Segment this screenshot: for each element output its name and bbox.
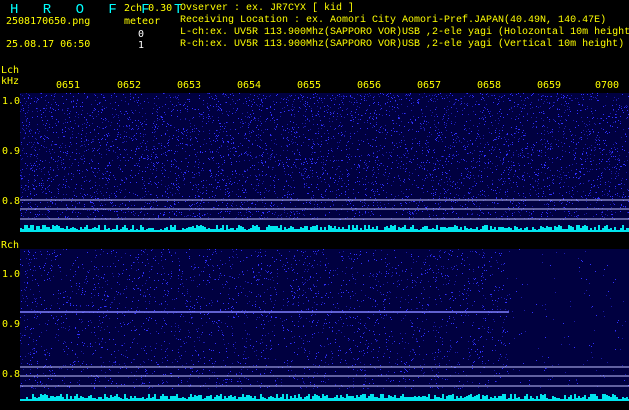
- rch-channel-label: Rch: [1, 240, 20, 251]
- lch-meteor-count: 0: [138, 29, 145, 40]
- time-tick: 0700: [595, 80, 620, 91]
- lch-channel-label: Lch: [1, 65, 20, 76]
- rch-plot: [20, 249, 629, 401]
- rch-ytick: 0.8: [2, 369, 21, 380]
- lch-spectrogram: [20, 93, 629, 232]
- rch-spectrogram: [20, 249, 629, 401]
- meteor-label: meteor: [124, 16, 161, 27]
- rch-ytick: 0.9: [2, 319, 21, 330]
- lch-receiver-info: L-ch:ex. UV5R 113.900Mhz(SAPPORO VOR)USB…: [180, 27, 629, 38]
- spectrogram-background: [20, 93, 629, 232]
- rch-receiver-info: R-ch:ex. UV5R 113.900Mhz(SAPPORO VOR)USB…: [180, 39, 625, 50]
- time-tick: 0651: [56, 80, 81, 91]
- time-tick: 0658: [477, 80, 502, 91]
- time-tick: 0657: [417, 80, 442, 91]
- filename-label: 2508170650.png: [6, 16, 91, 27]
- time-tick: 0659: [537, 80, 562, 91]
- time-tick: 0656: [357, 80, 382, 91]
- lch-ytick: 0.8: [2, 196, 21, 207]
- lch-plot: [20, 93, 629, 232]
- datetime-label: 25.08.17 06:50: [6, 39, 91, 50]
- rch-meteor-count: 1: [138, 40, 145, 51]
- time-tick: 0655: [297, 80, 322, 91]
- observer-info: Ovserver : ex. JR7CYX [ kid ]: [180, 3, 355, 14]
- lch-unit-label: kHz: [1, 76, 20, 87]
- lch-ytick: 1.0: [2, 96, 21, 107]
- time-tick: 0652: [117, 80, 142, 91]
- mode-label: 2ch 0.30: [124, 3, 173, 14]
- spectrogram-background: [20, 249, 629, 401]
- lch-ytick: 0.9: [2, 146, 21, 157]
- time-tick: 0653: [177, 80, 202, 91]
- time-tick: 0654: [237, 80, 262, 91]
- rch-ytick: 1.0: [2, 269, 21, 280]
- location-info: Receiving Location : ex. Aomori City Aom…: [180, 15, 607, 26]
